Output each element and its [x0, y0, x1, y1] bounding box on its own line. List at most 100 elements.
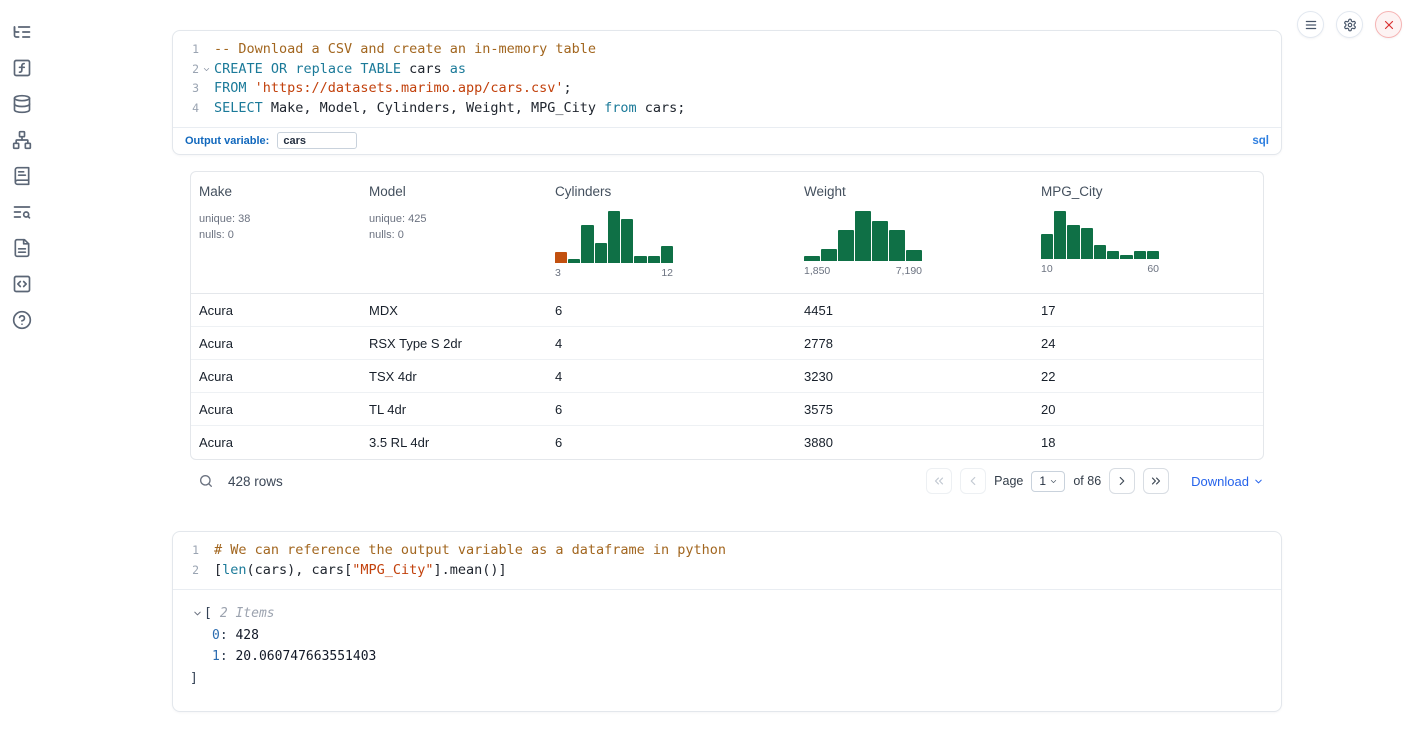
column-header[interactable]: Cylinders312 [547, 172, 796, 293]
code-line-text: [len(cars), cars["MPG_City"].mean()] [214, 561, 507, 581]
column-header[interactable]: Make unique: 38nulls: 0 [191, 172, 361, 293]
database-icon[interactable] [12, 94, 32, 114]
code-line[interactable]: 3 FROM 'https://datasets.marimo.app/cars.… [173, 79, 1281, 99]
line-number: 2 [173, 561, 199, 581]
histogram-bar [608, 211, 620, 263]
column-name: Make [199, 184, 351, 199]
fold-toggle-icon[interactable] [199, 60, 214, 80]
open-bracket: [ [204, 603, 212, 625]
settings-button[interactable] [1336, 11, 1363, 38]
code-line[interactable]: 1# We can reference the output variable … [173, 541, 1281, 561]
first-page-button[interactable] [926, 468, 952, 494]
code-square-icon[interactable] [12, 274, 32, 294]
table-row[interactable]: AcuraMDX6445117 [191, 294, 1263, 327]
notebook-menu-button[interactable] [1297, 11, 1324, 38]
file-text-icon[interactable] [12, 238, 32, 258]
python-output: [2 Items0: 4281: 20.060747663551403] [173, 589, 1281, 689]
table-cell: 4 [547, 336, 796, 351]
last-page-button[interactable] [1143, 468, 1169, 494]
chevron-down-icon [1253, 476, 1264, 487]
prev-page-button[interactable] [960, 468, 986, 494]
column-histogram: 1060 [1041, 211, 1253, 275]
code-line[interactable]: 1-- Download a CSV and create an in-memo… [173, 40, 1281, 60]
sql-cell[interactable]: 1-- Download a CSV and create an in-memo… [172, 30, 1282, 155]
table-cell: Acura [191, 402, 361, 417]
code-line[interactable]: 2 [len(cars), cars["MPG_City"].mean()] [173, 561, 1281, 581]
output-variable-label: Output variable: [185, 135, 269, 147]
table-cell: 2778 [796, 336, 1033, 351]
table-cell: TSX 4dr [361, 369, 547, 384]
histogram-axis-labels: 312 [555, 267, 673, 279]
top-controls [1297, 11, 1402, 38]
fold-toggle-icon [199, 40, 214, 60]
next-page-button[interactable] [1109, 468, 1135, 494]
histogram-bar [821, 249, 837, 261]
histogram-bar [838, 230, 854, 261]
line-number: 4 [173, 99, 199, 119]
function-square-icon[interactable] [12, 58, 32, 78]
code-line[interactable]: 2CREATE OR replace TABLE cars as [173, 60, 1281, 80]
table-row[interactable]: Acura3.5 RL 4dr6388018 [191, 426, 1263, 459]
histogram-bar [555, 252, 567, 263]
page-total: of 86 [1073, 474, 1101, 488]
histogram-bar [661, 246, 673, 263]
text-search-icon[interactable] [12, 202, 32, 222]
table-cell: 24 [1033, 336, 1263, 351]
histogram-bar [1067, 225, 1079, 259]
collapse-toggle-icon[interactable] [192, 608, 204, 619]
table-row[interactable]: AcuraRSX Type S 2dr4277824 [191, 327, 1263, 360]
network-icon[interactable] [12, 130, 32, 150]
column-header[interactable]: Weight1,8507,190 [796, 172, 1033, 293]
book-icon[interactable] [12, 166, 32, 186]
table-cell: 3880 [796, 435, 1033, 450]
help-circle-icon[interactable] [12, 310, 32, 330]
table-cell: 3230 [796, 369, 1033, 384]
pagination: Page 1 of 86 Download [926, 468, 1264, 494]
column-header[interactable]: MPG_City1060 [1033, 172, 1263, 293]
close-bracket: ] [173, 668, 1269, 690]
table-cell: Acura [191, 336, 361, 351]
page-select[interactable]: 1 [1031, 471, 1065, 492]
histogram-bar [568, 259, 580, 263]
code-line-text: FROM 'https://datasets.marimo.app/cars.c… [214, 79, 572, 99]
chevrons-left-icon [932, 474, 946, 488]
table-cell: 22 [1033, 369, 1263, 384]
histogram-bar [1120, 255, 1132, 259]
line-number: 1 [173, 40, 199, 60]
histogram-bar [1041, 234, 1053, 259]
column-histogram: 312 [555, 211, 786, 279]
chevron-down-icon [1049, 477, 1058, 486]
table-cell: Acura [191, 369, 361, 384]
histogram-bar [1094, 245, 1106, 259]
code-line[interactable]: 4 SELECT Make, Model, Cylinders, Weight, … [173, 99, 1281, 119]
language-badge: sql [1252, 135, 1269, 147]
histogram-bar [1107, 251, 1119, 259]
table-cell: 6 [547, 303, 796, 318]
histogram-bar [906, 250, 922, 261]
python-cell[interactable]: 1# We can reference the output variable … [172, 531, 1282, 712]
histogram-bar [855, 211, 871, 261]
histogram-bar [634, 256, 646, 263]
list-tree-icon[interactable] [12, 22, 32, 42]
column-name: Weight [804, 184, 1023, 199]
shutdown-button[interactable] [1375, 11, 1402, 38]
table-cell: TL 4dr [361, 402, 547, 417]
histogram-bar [1134, 251, 1146, 259]
code-line-text: SELECT Make, Model, Cylinders, Weight, M… [214, 99, 685, 119]
line-number: 3 [173, 79, 199, 99]
fold-toggle-icon [199, 99, 214, 119]
page-select-value: 1 [1039, 474, 1046, 488]
search-icon[interactable] [198, 473, 214, 489]
gear-icon [1343, 18, 1357, 32]
column-stats: unique: 38nulls: 0 [199, 211, 351, 243]
download-label: Download [1191, 474, 1249, 489]
table-row[interactable]: AcuraTL 4dr6357520 [191, 393, 1263, 426]
sql-code-editor[interactable]: 1-- Download a CSV and create an in-memo… [173, 31, 1281, 127]
download-button[interactable]: Download [1191, 474, 1264, 489]
output-variable-input[interactable] [277, 132, 357, 149]
table-row[interactable]: AcuraTSX 4dr4323022 [191, 360, 1263, 393]
table-cell: MDX [361, 303, 547, 318]
column-header[interactable]: Modelunique: 425nulls: 0 [361, 172, 547, 293]
histogram-bar [1081, 228, 1093, 259]
python-code-editor[interactable]: 1# We can reference the output variable … [173, 532, 1281, 589]
